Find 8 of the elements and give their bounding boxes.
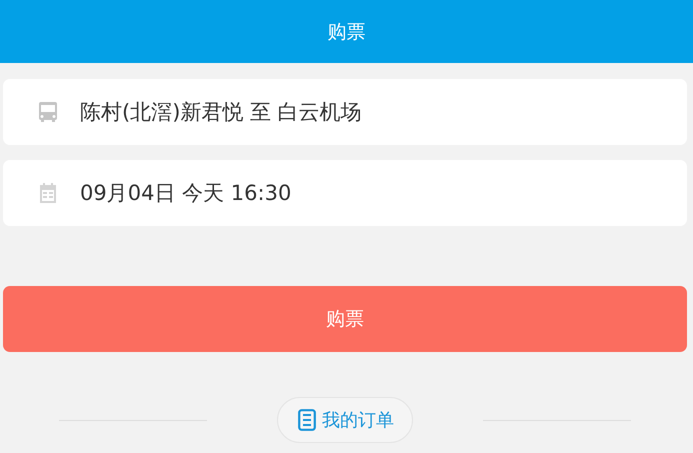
header-title: 购票: [328, 20, 366, 44]
date-field[interactable]: 09月04日 今天 16:30: [3, 160, 687, 226]
calendar-icon: [38, 182, 58, 204]
bus-icon: [38, 101, 58, 123]
route-field[interactable]: 陈村(北滘)新君悦 至 白云机场: [3, 79, 687, 145]
field-value: 陈村(北滘)新君悦 至 白云机场: [80, 99, 362, 126]
list-icon: [298, 409, 316, 431]
field-value: 09月04日 今天 16:30: [80, 180, 292, 207]
